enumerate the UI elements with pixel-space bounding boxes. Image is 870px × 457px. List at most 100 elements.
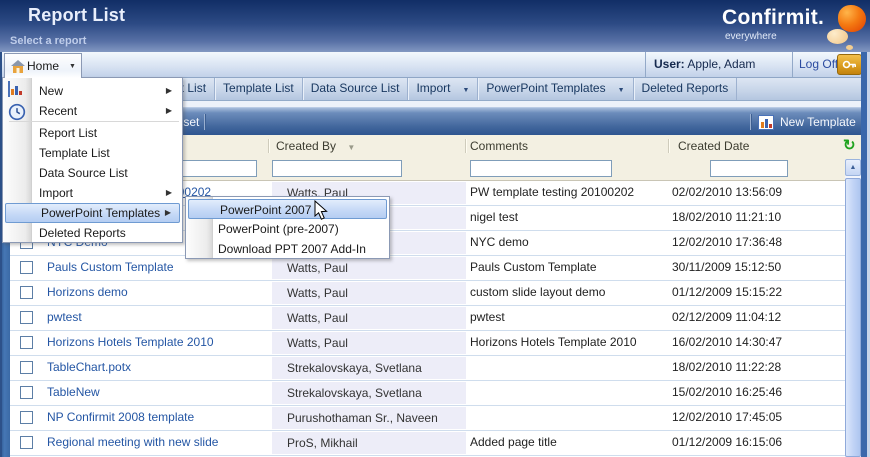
refresh-icon[interactable]: ↻ bbox=[843, 138, 856, 154]
created-date-cell: 30/11/2009 15:12:50 bbox=[672, 260, 782, 274]
template-name-link[interactable]: TableChart.potx bbox=[47, 356, 131, 379]
created-date-cell: 01/12/2009 15:15:22 bbox=[672, 285, 783, 299]
table-row: TableChart.potx Strekalovskaya, Svetlana… bbox=[10, 356, 845, 381]
user-label: User: bbox=[654, 57, 685, 71]
submenu-item-download-ppt-addin[interactable]: Download PPT 2007 Add-In bbox=[187, 239, 387, 259]
created-date-cell: 18/02/2010 11:22:28 bbox=[672, 360, 782, 374]
created-date-cell: 18/02/2010 11:21:10 bbox=[672, 210, 782, 224]
created-by-cell: Watts, Paul bbox=[272, 282, 466, 304]
logo-blob-small-icon bbox=[827, 29, 848, 44]
tab-template-list[interactable]: Template List bbox=[215, 78, 303, 100]
vertical-scrollbar: ▲ bbox=[845, 159, 861, 457]
sort-desc-icon: ▼ bbox=[347, 143, 356, 152]
table-row: pwtest Watts, Paul pwtest 02/12/2009 11:… bbox=[10, 306, 845, 331]
new-template-button[interactable]: New Template bbox=[758, 112, 856, 132]
comment-cell: nigel test bbox=[470, 210, 519, 224]
page-subtitle: Select a report bbox=[10, 35, 87, 47]
created-date-filter-input[interactable] bbox=[710, 160, 788, 177]
template-name-link[interactable]: Regional meeting with new slide bbox=[47, 431, 218, 454]
menu-item-template-list[interactable]: Template List bbox=[4, 143, 180, 163]
tab-powerpoint-templates[interactable]: PowerPoint Templates ▼ bbox=[478, 78, 634, 100]
row-checkbox[interactable] bbox=[20, 286, 33, 299]
menu-item-import[interactable]: Import ▶ bbox=[4, 183, 180, 203]
user-info: User: Apple, Adam bbox=[645, 52, 755, 77]
template-name-link[interactable]: NP Confirmit 2008 template bbox=[47, 406, 194, 429]
password-key-button[interactable] bbox=[837, 54, 862, 75]
home-dropdown-menu: New ▶ Recent ▶ Report List Template List… bbox=[2, 77, 183, 243]
menu-item-report-list[interactable]: Report List bbox=[4, 123, 180, 143]
comment-cell: PW template testing 20100202 bbox=[470, 185, 635, 199]
comment-cell: Added page title bbox=[470, 435, 557, 449]
created-date-cell: 01/12/2009 16:15:06 bbox=[672, 435, 783, 449]
row-checkbox[interactable] bbox=[20, 386, 33, 399]
created-by-cell: Strekalovskaya, Svetlana bbox=[272, 357, 466, 379]
menu-item-data-source-list[interactable]: Data Source List bbox=[4, 163, 180, 183]
user-name: Apple, Adam bbox=[687, 57, 756, 71]
chevron-down-icon: ▼ bbox=[617, 87, 625, 94]
scrollbar-thumb[interactable] bbox=[845, 178, 861, 457]
created-date-cell: 02/12/2009 11:04:12 bbox=[672, 310, 782, 324]
table-row: Pauls Custom Template Watts, Paul Pauls … bbox=[10, 256, 845, 281]
submenu-arrow-icon: ▶ bbox=[164, 208, 171, 217]
submenu-item-powerpoint-pre-2007[interactable]: PowerPoint (pre-2007) bbox=[187, 219, 387, 239]
app-window: Report List Select a report Confirmit. e… bbox=[0, 0, 870, 457]
menu-item-recent[interactable]: Recent ▶ bbox=[4, 101, 180, 121]
template-name-link[interactable]: Pauls Custom Template bbox=[47, 256, 174, 279]
mouse-cursor bbox=[314, 200, 328, 220]
confirmit-logo: Confirmit. bbox=[722, 6, 825, 29]
new-template-icon bbox=[758, 114, 774, 130]
created-by-cell: Watts, Paul bbox=[272, 332, 466, 354]
submenu-arrow-icon: ▶ bbox=[165, 86, 172, 95]
comment-cell: Horizons Hotels Template 2010 bbox=[470, 335, 637, 349]
log-off-link[interactable]: Log Off bbox=[799, 52, 838, 77]
created-by-cell: Purushothaman Sr., Naveen bbox=[272, 407, 466, 429]
logo-blob-dot-icon bbox=[846, 45, 853, 50]
table-row: TableNew Strekalovskaya, Svetlana 15/02/… bbox=[10, 381, 845, 406]
home-menu-button[interactable]: Home ▼ bbox=[4, 53, 82, 78]
home-icon bbox=[11, 60, 25, 73]
column-divider bbox=[668, 139, 669, 153]
column-header-comments[interactable]: Comments bbox=[470, 139, 528, 153]
scroll-up-button[interactable]: ▲ bbox=[845, 159, 861, 176]
submenu-arrow-icon: ▶ bbox=[165, 188, 172, 197]
home-label: Home bbox=[27, 59, 60, 73]
tab-data-source-list[interactable]: Data Source List bbox=[303, 78, 409, 100]
column-header-created-date[interactable]: Created Date bbox=[678, 139, 749, 153]
template-name-link[interactable]: TableNew bbox=[47, 381, 100, 404]
created-date-cell: 15/02/2010 16:25:46 bbox=[672, 385, 783, 399]
menu-separator bbox=[9, 121, 179, 122]
row-checkbox[interactable] bbox=[20, 411, 33, 424]
row-checkbox[interactable] bbox=[20, 436, 33, 449]
menu-item-powerpoint-templates[interactable]: PowerPoint Templates ▶ bbox=[5, 203, 180, 223]
menu-item-deleted-reports[interactable]: Deleted Reports bbox=[4, 223, 180, 243]
comment-cell: pwtest bbox=[470, 310, 505, 324]
template-name-link[interactable]: Horizons demo bbox=[47, 281, 128, 304]
powerpoint-templates-submenu: PowerPoint 2007 PowerPoint (pre-2007) Do… bbox=[185, 196, 390, 259]
created-by-filter-input[interactable] bbox=[272, 160, 402, 177]
menu-item-new[interactable]: New ▶ bbox=[4, 81, 180, 101]
tab-deleted-reports[interactable]: Deleted Reports bbox=[634, 78, 738, 100]
logo-blob-icon bbox=[838, 5, 866, 32]
table-row: Horizons Hotels Template 2010 Watts, Pau… bbox=[10, 331, 845, 356]
comments-filter-input[interactable] bbox=[470, 160, 612, 177]
created-date-cell: 02/02/2010 13:56:09 bbox=[672, 185, 783, 199]
chevron-down-icon: ▼ bbox=[69, 62, 76, 70]
created-date-cell: 12/02/2010 17:45:05 bbox=[672, 410, 783, 424]
column-header-created-by[interactable]: Created By ▼ bbox=[276, 139, 355, 153]
row-checkbox[interactable] bbox=[20, 336, 33, 349]
page-title: Report List bbox=[28, 5, 126, 25]
toolbar-divider bbox=[750, 114, 751, 130]
tab-import[interactable]: Import ▼ bbox=[408, 78, 479, 100]
table-row: Regional meeting with new slide ProS, Mi… bbox=[10, 431, 845, 456]
row-checkbox[interactable] bbox=[20, 261, 33, 274]
page-header: Report List Select a report Confirmit. e… bbox=[0, 0, 870, 52]
template-name-link[interactable]: pwtest bbox=[47, 306, 82, 329]
key-icon bbox=[842, 60, 856, 69]
created-by-cell: ProS, Mikhail bbox=[272, 432, 466, 454]
row-checkbox[interactable] bbox=[20, 361, 33, 374]
chevron-down-icon: ▼ bbox=[462, 87, 470, 94]
template-name-link[interactable]: Horizons Hotels Template 2010 bbox=[47, 331, 214, 354]
submenu-item-powerpoint-2007[interactable]: PowerPoint 2007 bbox=[188, 199, 387, 219]
comment-cell: Pauls Custom Template bbox=[470, 260, 597, 274]
row-checkbox[interactable] bbox=[20, 311, 33, 324]
